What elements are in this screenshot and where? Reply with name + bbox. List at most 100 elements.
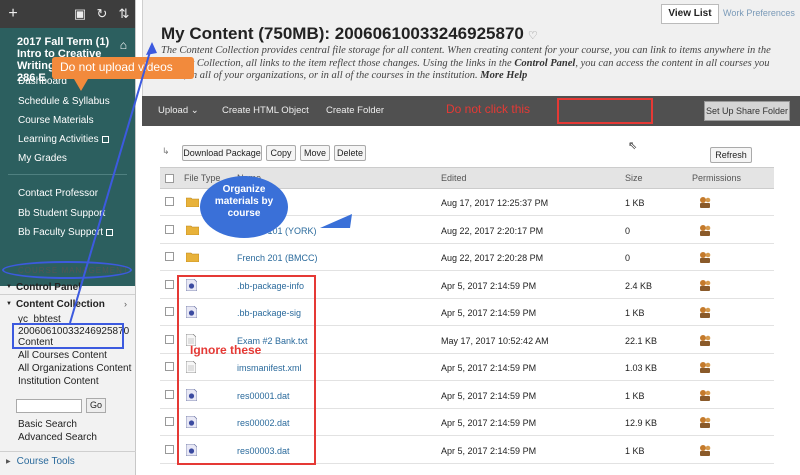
basic-search-link[interactable]: Basic Search bbox=[18, 419, 77, 430]
download-package-button[interactable]: Download Package bbox=[182, 145, 262, 161]
permissions-icon[interactable] bbox=[698, 250, 712, 264]
arrow-right-icon: ↳ bbox=[162, 146, 170, 156]
file-edited: Apr 5, 2017 2:14:59 PM bbox=[441, 280, 537, 291]
table-row: French 201 (BMCC) Aug 22, 2017 2:20:28 PM… bbox=[160, 244, 774, 271]
permissions-icon[interactable] bbox=[698, 415, 712, 429]
setup-share-folder-button[interactable]: Set Up Share Folder bbox=[704, 101, 790, 121]
folder-icon bbox=[185, 224, 200, 236]
row-checkbox[interactable] bbox=[165, 334, 174, 344]
external-box-icon bbox=[106, 228, 114, 236]
home-icon[interactable]: ⌂ bbox=[120, 38, 127, 52]
external-box-icon bbox=[101, 135, 109, 143]
delete-button[interactable]: Delete bbox=[334, 145, 366, 161]
file-size: 1 KB bbox=[625, 445, 645, 456]
row-checkbox[interactable] bbox=[165, 307, 174, 316]
row-checkbox[interactable] bbox=[165, 197, 174, 206]
column-edited[interactable]: Edited bbox=[441, 173, 467, 183]
content-collection-label: Content Collection bbox=[15, 299, 105, 310]
mouse-cursor-icon: ⇖ bbox=[628, 140, 638, 152]
create-html-object-button[interactable]: Create HTML Object bbox=[222, 105, 309, 116]
folder-view-icon[interactable]: ▣ bbox=[69, 6, 91, 22]
create-folder-button[interactable]: Create Folder bbox=[326, 105, 384, 116]
file-edited: Aug 22, 2017 2:20:17 PM bbox=[441, 225, 544, 236]
file-size: 22.1 KB bbox=[625, 335, 658, 346]
file-edited: Apr 5, 2017 2:14:59 PM bbox=[441, 390, 537, 401]
file-size: 1.03 KB bbox=[625, 363, 658, 373]
permissions-icon[interactable] bbox=[698, 305, 712, 319]
sort-icon[interactable]: ⇅ bbox=[113, 6, 135, 22]
row-checkbox[interactable] bbox=[165, 389, 174, 399]
search-input[interactable] bbox=[16, 399, 82, 413]
file-size: 1 KB bbox=[625, 308, 645, 318]
permissions-icon[interactable] bbox=[698, 360, 712, 374]
menu-item-schedule[interactable]: Schedule & Syllabus bbox=[18, 96, 110, 107]
column-file-type[interactable]: File Type bbox=[184, 173, 220, 183]
content-collection-toggle[interactable]: Content Collection bbox=[0, 299, 136, 310]
row-checkbox[interactable] bbox=[165, 444, 174, 454]
row-checkbox[interactable] bbox=[165, 224, 174, 234]
folder-icon bbox=[185, 196, 200, 208]
course-management-heading: COURSE MANAGEMENT bbox=[2, 261, 132, 279]
permissions-icon[interactable] bbox=[698, 195, 712, 209]
upload-menu-button[interactable]: Upload ⌄ bbox=[158, 105, 199, 116]
menu-item-student-support[interactable]: Bb Student Support bbox=[18, 208, 105, 219]
row-checkbox[interactable] bbox=[165, 279, 174, 289]
control-panel-divider bbox=[0, 294, 135, 295]
cc-item-all-courses[interactable]: All Courses Content bbox=[18, 350, 107, 361]
heart-icon[interactable]: ♡ bbox=[528, 30, 538, 42]
refresh-button[interactable]: Refresh bbox=[710, 147, 752, 163]
row-checkbox[interactable] bbox=[165, 417, 174, 426]
annotation-organize-by-course: Organize materials by course bbox=[200, 176, 288, 238]
file-edited: Apr 5, 2017 2:14:59 PM bbox=[441, 418, 537, 428]
file-name-link[interactable]: French 201 (BMCC) bbox=[237, 253, 318, 263]
permissions-icon[interactable] bbox=[698, 223, 712, 237]
menu-item-faculty-support[interactable]: Bb Faculty Support bbox=[18, 227, 114, 238]
permissions-icon[interactable] bbox=[698, 388, 712, 402]
preferences-link[interactable]: Work Preferences bbox=[723, 8, 795, 18]
menu-item-my-grades[interactable]: My Grades bbox=[18, 153, 67, 164]
row-checkbox[interactable] bbox=[165, 362, 174, 371]
menu-item-course-materials[interactable]: Course Materials bbox=[18, 115, 94, 126]
refresh-icon[interactable]: ↻ bbox=[91, 6, 113, 22]
menu-item-label: Bb Faculty Support bbox=[18, 227, 104, 238]
user-folder-highlight-box bbox=[12, 323, 124, 349]
more-help-link[interactable]: More Help bbox=[480, 70, 527, 81]
control-panel-label: Control Panel bbox=[15, 282, 81, 293]
search-go-button[interactable]: Go bbox=[86, 398, 106, 413]
cc-item-all-organizations[interactable]: All Organizations Content bbox=[18, 363, 131, 374]
control-panel-toggle[interactable]: Control Panel bbox=[0, 282, 136, 293]
copy-button[interactable]: Copy bbox=[266, 145, 296, 161]
file-size: 2.4 KB bbox=[625, 280, 653, 291]
course-tools-toggle[interactable]: Course Tools bbox=[0, 451, 136, 471]
ignore-highlight-box bbox=[177, 275, 316, 465]
file-size: 0 bbox=[625, 225, 631, 236]
description-line-2b: , you can bbox=[575, 57, 614, 69]
row-checkbox[interactable] bbox=[165, 252, 174, 261]
course-tools-label: Course Tools bbox=[16, 456, 75, 467]
column-size[interactable]: Size bbox=[625, 173, 643, 183]
menu-item-label: Learning Activities bbox=[18, 134, 99, 145]
column-permissions[interactable]: Permissions bbox=[692, 173, 741, 183]
permissions-icon[interactable] bbox=[698, 333, 712, 347]
file-edited: Apr 5, 2017 2:14:59 PM bbox=[441, 308, 537, 318]
page-header: View List Work Preferences My Content (7… bbox=[142, 0, 800, 96]
page-description: The Content Collection provides central … bbox=[161, 45, 781, 83]
annotation-do-not-upload-videos: Do not upload videos bbox=[52, 57, 194, 91]
file-size: 1 KB bbox=[625, 390, 645, 401]
permissions-icon[interactable] bbox=[698, 443, 712, 457]
description-line-2: Collection, all links to the item reflec… bbox=[196, 57, 512, 69]
add-menu-item-icon[interactable]: + bbox=[0, 5, 26, 23]
file-edited: May 17, 2017 10:52:42 AM bbox=[441, 335, 549, 346]
advanced-search-link[interactable]: Advanced Search bbox=[18, 432, 97, 443]
menu-item-learning-activities[interactable]: Learning Activities bbox=[18, 134, 109, 145]
setup-folder-highlight-box bbox=[557, 98, 653, 124]
select-all-checkbox[interactable] bbox=[165, 174, 174, 183]
description-control-panel: Control Panel bbox=[514, 57, 576, 69]
menu-item-contact-professor[interactable]: Contact Professor bbox=[18, 188, 98, 199]
view-list-button[interactable]: View List bbox=[661, 4, 719, 24]
chevron-right-icon[interactable]: › bbox=[124, 299, 127, 309]
file-edited: Apr 5, 2017 2:14:59 PM bbox=[441, 363, 537, 373]
cc-item-institution[interactable]: Institution Content bbox=[18, 376, 99, 387]
permissions-icon[interactable] bbox=[698, 278, 712, 292]
move-button[interactable]: Move bbox=[300, 145, 330, 161]
